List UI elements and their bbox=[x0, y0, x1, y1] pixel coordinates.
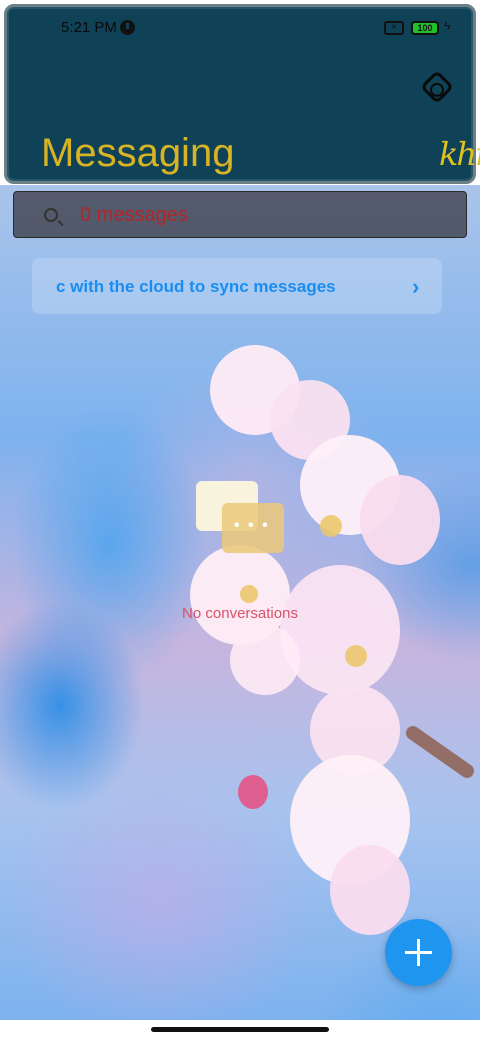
search-placeholder: 0 messages bbox=[80, 204, 188, 226]
sync-banner-text: c with the cloud to sync messages bbox=[56, 277, 336, 296]
navigation-bar bbox=[0, 1020, 480, 1040]
empty-state-text: No conversations bbox=[182, 605, 298, 622]
search-icon bbox=[44, 208, 58, 222]
sync-banner[interactable]: c with the cloud to sync messages › bbox=[32, 258, 442, 314]
charging-icon: ϟ bbox=[444, 19, 451, 33]
plus-icon bbox=[405, 939, 432, 966]
status-time: 5:21 PM bbox=[61, 19, 117, 36]
battery-icon: 100 bbox=[411, 21, 439, 35]
clock-icon bbox=[120, 20, 135, 35]
empty-conversations-icon: • • • bbox=[196, 481, 288, 555]
home-indicator[interactable] bbox=[151, 1027, 329, 1032]
status-bar: 5:21 PM × 100 ϟ bbox=[0, 0, 480, 56]
compose-button[interactable] bbox=[385, 919, 452, 986]
chevron-right-icon: › bbox=[412, 274, 420, 299]
gear-icon[interactable] bbox=[420, 70, 454, 104]
khm-logo: khm bbox=[439, 135, 480, 173]
no-sim-icon: × bbox=[384, 21, 404, 35]
page-title: Messaging bbox=[41, 131, 235, 175]
typing-dots: • • • bbox=[234, 517, 270, 534]
search-bar[interactable]: 0 messages bbox=[13, 191, 467, 238]
